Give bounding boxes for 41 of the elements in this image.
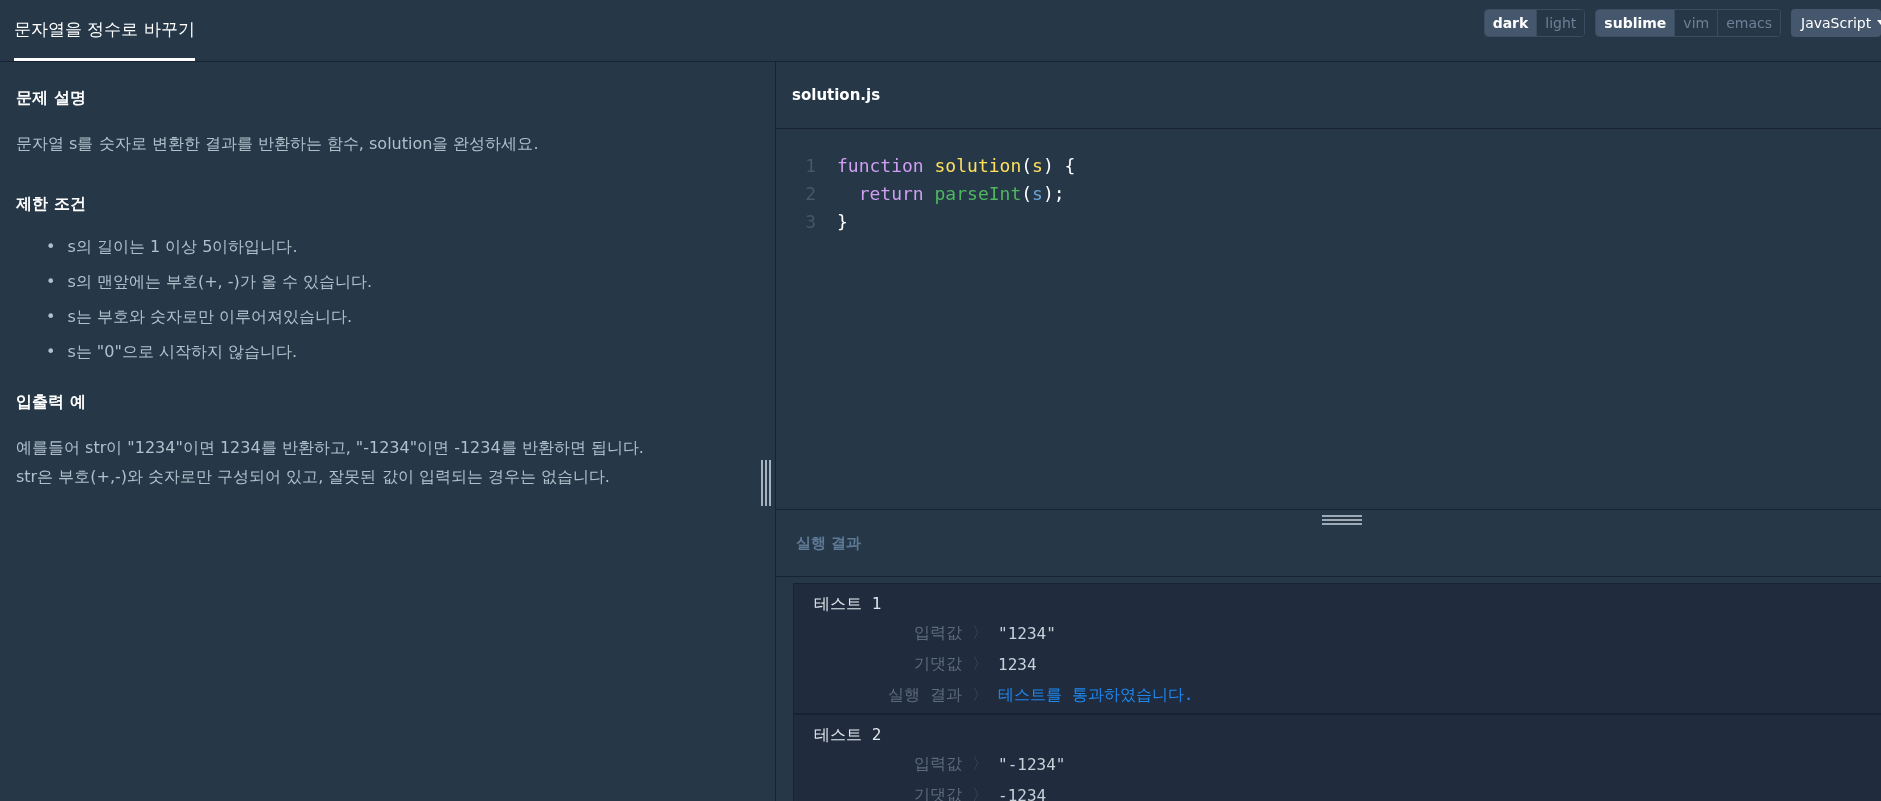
section-heading: 입출력 예 — [16, 392, 87, 413]
file-name: solution.js — [792, 86, 881, 104]
theme-toggle[interactable]: dark — [1484, 9, 1537, 36]
bullet-mark: • — [46, 341, 56, 363]
chevron-text: 〉 — [971, 685, 989, 706]
section-heading: 문제 설명 — [16, 88, 87, 109]
constraint-item: s의 맨앞에는 부호(+, -)가 올 수 있습니다. — [67, 271, 373, 293]
test-title: 테스트 2 — [813, 724, 883, 746]
constraint-item: s는 "0"으로 시작하지 않습니다. — [67, 341, 297, 363]
description-text: 예를들어 str이 "1234"이면 1234를 반환하고, "-1234"이면 -1234를 반환하면 됩니다. — [16, 437, 645, 459]
chevron-text: 〉 — [971, 785, 989, 801]
section-heading: 제한 조건 — [16, 194, 87, 215]
result-label: 기댓값 — [913, 654, 962, 675]
resize-handle-icon[interactable] — [761, 460, 771, 506]
pass-message: 테스트를 통과하였습니다. — [998, 685, 1194, 706]
chevron-text: 〉 — [971, 654, 989, 675]
constraint-item: s는 부호와 숫자로만 이루어져있습니다. — [67, 306, 353, 328]
language-dropdown[interactable]: JavaScript — [1791, 8, 1881, 37]
constraint-item: s의 길이는 1 이상 5이하입니다. — [67, 236, 298, 258]
resize-handle-icon[interactable] — [1322, 515, 1362, 525]
chevron-text: 〉 — [971, 754, 989, 775]
result-value: -1234 — [998, 786, 1047, 801]
result-value: "-1234" — [998, 755, 1066, 774]
description-text: 문자열 s를 숫자로 변환한 결과를 반환하는 함수, solution을 완성하세요. — [16, 133, 540, 155]
test-title: 테스트 1 — [813, 593, 883, 615]
result-title: 실행 결과 — [776, 510, 1881, 577]
description-text: str은 부호(+,-)와 숫자로만 구성되어 있고, 잘못된 값이 입력되는 경우는 없습니다. — [16, 466, 611, 488]
code-line: return parseInt(s); — [857, 182, 1065, 204]
result-value: 1234 — [998, 655, 1037, 674]
bullet-mark: • — [46, 236, 56, 258]
code-line: } — [837, 210, 848, 232]
keymap-toggle[interactable]: sublime — [1596, 9, 1675, 36]
result-value: "1234" — [998, 624, 1056, 643]
bullet-mark: • — [46, 306, 56, 328]
code-line: function solution(s) { — [837, 154, 1076, 176]
result-label: 입력값 — [913, 754, 962, 775]
chevron-text: 〉 — [971, 623, 989, 644]
problem-tab[interactable]: 문자열을 정수로 바꾸기 — [14, 0, 195, 61]
result-label: 실행 결과 — [887, 685, 962, 706]
bullet-mark: • — [46, 271, 56, 293]
result-label: 입력값 — [913, 623, 962, 644]
